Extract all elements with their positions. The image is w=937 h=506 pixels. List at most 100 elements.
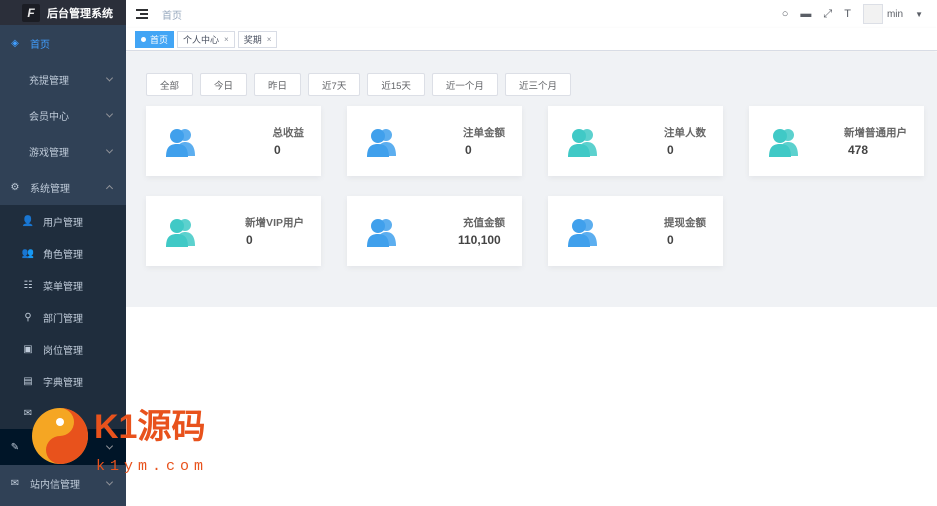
stat-card[interactable]: 总收益 0 bbox=[146, 106, 321, 176]
chevron-down-icon bbox=[105, 478, 114, 486]
active-dot-icon bbox=[141, 36, 146, 42]
sidebar-item-label: 角色管理 bbox=[43, 249, 83, 261]
sidebar-item-1[interactable]: 充提管理 bbox=[0, 61, 126, 97]
user-icon: 👤 bbox=[21, 215, 35, 227]
sidebar-item-label: 菜单管理 bbox=[43, 281, 83, 293]
close-icon[interactable]: × bbox=[224, 35, 229, 44]
tag-2[interactable]: 奖期 × bbox=[237, 30, 278, 48]
log-icon: ✎ bbox=[10, 441, 20, 453]
breadcrumb[interactable]: 首页 bbox=[162, 7, 182, 22]
sidebar-item-label: 字典管理 bbox=[43, 377, 83, 389]
sidebar-item-2[interactable]: 会员中心 bbox=[0, 97, 126, 133]
sidebar-item-6[interactable]: 👥 角色管理 bbox=[0, 237, 126, 269]
caret-down-icon[interactable]: ▼ bbox=[915, 10, 923, 19]
username[interactable]: min bbox=[887, 9, 903, 20]
stat-card-value: 478 bbox=[848, 143, 869, 157]
users-icon bbox=[166, 129, 195, 157]
tag-1[interactable]: 个人中心 × bbox=[177, 30, 235, 48]
filter-button-6[interactable]: 近三个月 bbox=[504, 73, 571, 96]
chevron-down-icon bbox=[105, 74, 114, 82]
gear-icon: ⚙ bbox=[10, 181, 20, 193]
chevron-down-icon bbox=[105, 146, 114, 154]
github-icon[interactable]: ▬ bbox=[800, 8, 811, 20]
sidebar-item-label: 部门管理 bbox=[43, 313, 83, 325]
hamburger-icon[interactable] bbox=[136, 9, 148, 19]
sidebar-logo[interactable]: F 后台管理系统 bbox=[0, 0, 126, 25]
sidebar-item-7[interactable]: ☷ 菜单管理 bbox=[0, 269, 126, 301]
stat-card-label: 充值金额 bbox=[463, 217, 505, 229]
filter-button-2[interactable]: 昨日 bbox=[254, 73, 302, 96]
sidebar-item-8[interactable]: ⚲ 部门管理 bbox=[0, 301, 126, 333]
users-icon bbox=[166, 219, 195, 247]
users-icon bbox=[568, 219, 597, 247]
navbar: 首页 ○ ▬ ⤢ T min ▼ bbox=[126, 0, 937, 28]
users-icon bbox=[568, 129, 597, 157]
stat-card[interactable]: 注单人数 0 bbox=[548, 106, 723, 176]
stat-card-value: 110,100 bbox=[458, 233, 501, 247]
stat-card-value: 0 bbox=[667, 143, 674, 157]
stat-card[interactable]: 新增VIP用户 0 bbox=[146, 196, 321, 266]
watermark-url: k1ym.com bbox=[96, 458, 208, 475]
app-root: F 后台管理系统 ◈ 首页充提管理会员中心游戏管理 ⚙ 系统管理 👤 用户管理 👥 角色管理 ☷… bbox=[0, 0, 937, 506]
logo-icon: F bbox=[22, 3, 40, 22]
stat-card[interactable]: 注单金额 0 bbox=[347, 106, 522, 176]
sidebar-item-label: 会员中心 bbox=[29, 111, 69, 123]
watermark-logo: K1源码 k1ym.com bbox=[32, 408, 208, 475]
sidebar-item-0[interactable]: ◈ 首页 bbox=[0, 25, 126, 61]
sidebar-item-label: 首页 bbox=[30, 39, 50, 51]
stat-card-label: 新增普通用户 bbox=[844, 127, 907, 139]
users-icon bbox=[769, 129, 798, 157]
sidebar-item-label: 游戏管理 bbox=[29, 147, 69, 159]
dict-icon: ▤ bbox=[23, 375, 33, 387]
dashboard-main: 全部 今日 昨日 近7天 近15天 近一个月 近三个月 总收益 0 注单金额 0 注单人数 0 新增普通… bbox=[126, 52, 937, 307]
chevron-up-icon bbox=[105, 184, 114, 193]
tags-view: 首页 个人中心 × 奖期 × bbox=[126, 28, 937, 51]
stat-card[interactable]: 提现金额 0 bbox=[548, 196, 723, 266]
dashboard-icon: ◈ bbox=[11, 37, 19, 49]
filter-button-4[interactable]: 近15天 bbox=[367, 73, 425, 96]
sidebar-item-9[interactable]: ▣ 岗位管理 bbox=[0, 333, 126, 365]
sidebar-item-label: 充提管理 bbox=[29, 75, 69, 87]
size-select-icon[interactable]: T bbox=[844, 8, 851, 20]
chevron-down-icon bbox=[105, 110, 114, 118]
stat-card-value: 0 bbox=[465, 143, 472, 157]
chat-icon: ✉ bbox=[10, 477, 20, 489]
stat-card-value: 0 bbox=[274, 143, 281, 157]
search-icon[interactable]: ○ bbox=[782, 8, 789, 20]
sidebar-item-label: 岗位管理 bbox=[43, 345, 83, 357]
filter-button-0[interactable]: 全部 bbox=[146, 73, 194, 96]
sidebar-item-label: 站内信管理 bbox=[30, 479, 80, 491]
sidebar-item-3[interactable]: 游戏管理 bbox=[0, 133, 126, 169]
date-filter-group: 全部 今日 昨日 近7天 近15天 近一个月 近三个月 bbox=[146, 73, 571, 96]
sidebar-item-5[interactable]: 👤 用户管理 bbox=[0, 205, 126, 237]
stat-card[interactable]: 新增普通用户 478 bbox=[749, 106, 924, 176]
stat-card-label: 注单人数 bbox=[664, 127, 706, 139]
stat-card-value: 0 bbox=[246, 233, 253, 247]
tag-label: 首页 bbox=[150, 34, 169, 45]
tag-label: 奖期 bbox=[243, 34, 262, 45]
post-icon: ▣ bbox=[23, 343, 33, 355]
sidebar-item-4[interactable]: ⚙ 系统管理 bbox=[0, 169, 126, 205]
filter-button-3[interactable]: 近7天 bbox=[308, 73, 361, 96]
tag-0[interactable]: 首页 bbox=[135, 30, 175, 48]
filter-button-1[interactable]: 今日 bbox=[200, 73, 248, 96]
tree-icon: ⚲ bbox=[24, 311, 32, 323]
users-icon bbox=[367, 219, 396, 247]
sidebar-item-label: 系统管理 bbox=[30, 183, 70, 195]
stat-card-value: 0 bbox=[667, 233, 674, 247]
users-icon bbox=[367, 129, 396, 157]
filter-button-5[interactable]: 近一个月 bbox=[431, 73, 498, 96]
tag-label: 个人中心 bbox=[183, 34, 220, 45]
sidebar-item-label: 用户管理 bbox=[43, 217, 83, 229]
avatar[interactable] bbox=[862, 4, 883, 24]
stat-card[interactable]: 充值金额 110,100 bbox=[347, 196, 522, 266]
stat-card-label: 总收益 bbox=[272, 127, 305, 139]
navbar-right: ○ ▬ ⤢ T min ▼ bbox=[782, 4, 923, 24]
stat-card-label: 提现金额 bbox=[664, 217, 706, 229]
sidebar-item-10[interactable]: ▤ 字典管理 bbox=[0, 365, 126, 397]
fullscreen-icon[interactable]: ⤢ bbox=[823, 8, 832, 21]
close-icon[interactable]: × bbox=[267, 35, 272, 44]
app-title: 后台管理系统 bbox=[47, 7, 113, 20]
watermark-brand: K1源码 bbox=[94, 408, 205, 446]
stat-card-label: 新增VIP用户 bbox=[245, 217, 304, 229]
